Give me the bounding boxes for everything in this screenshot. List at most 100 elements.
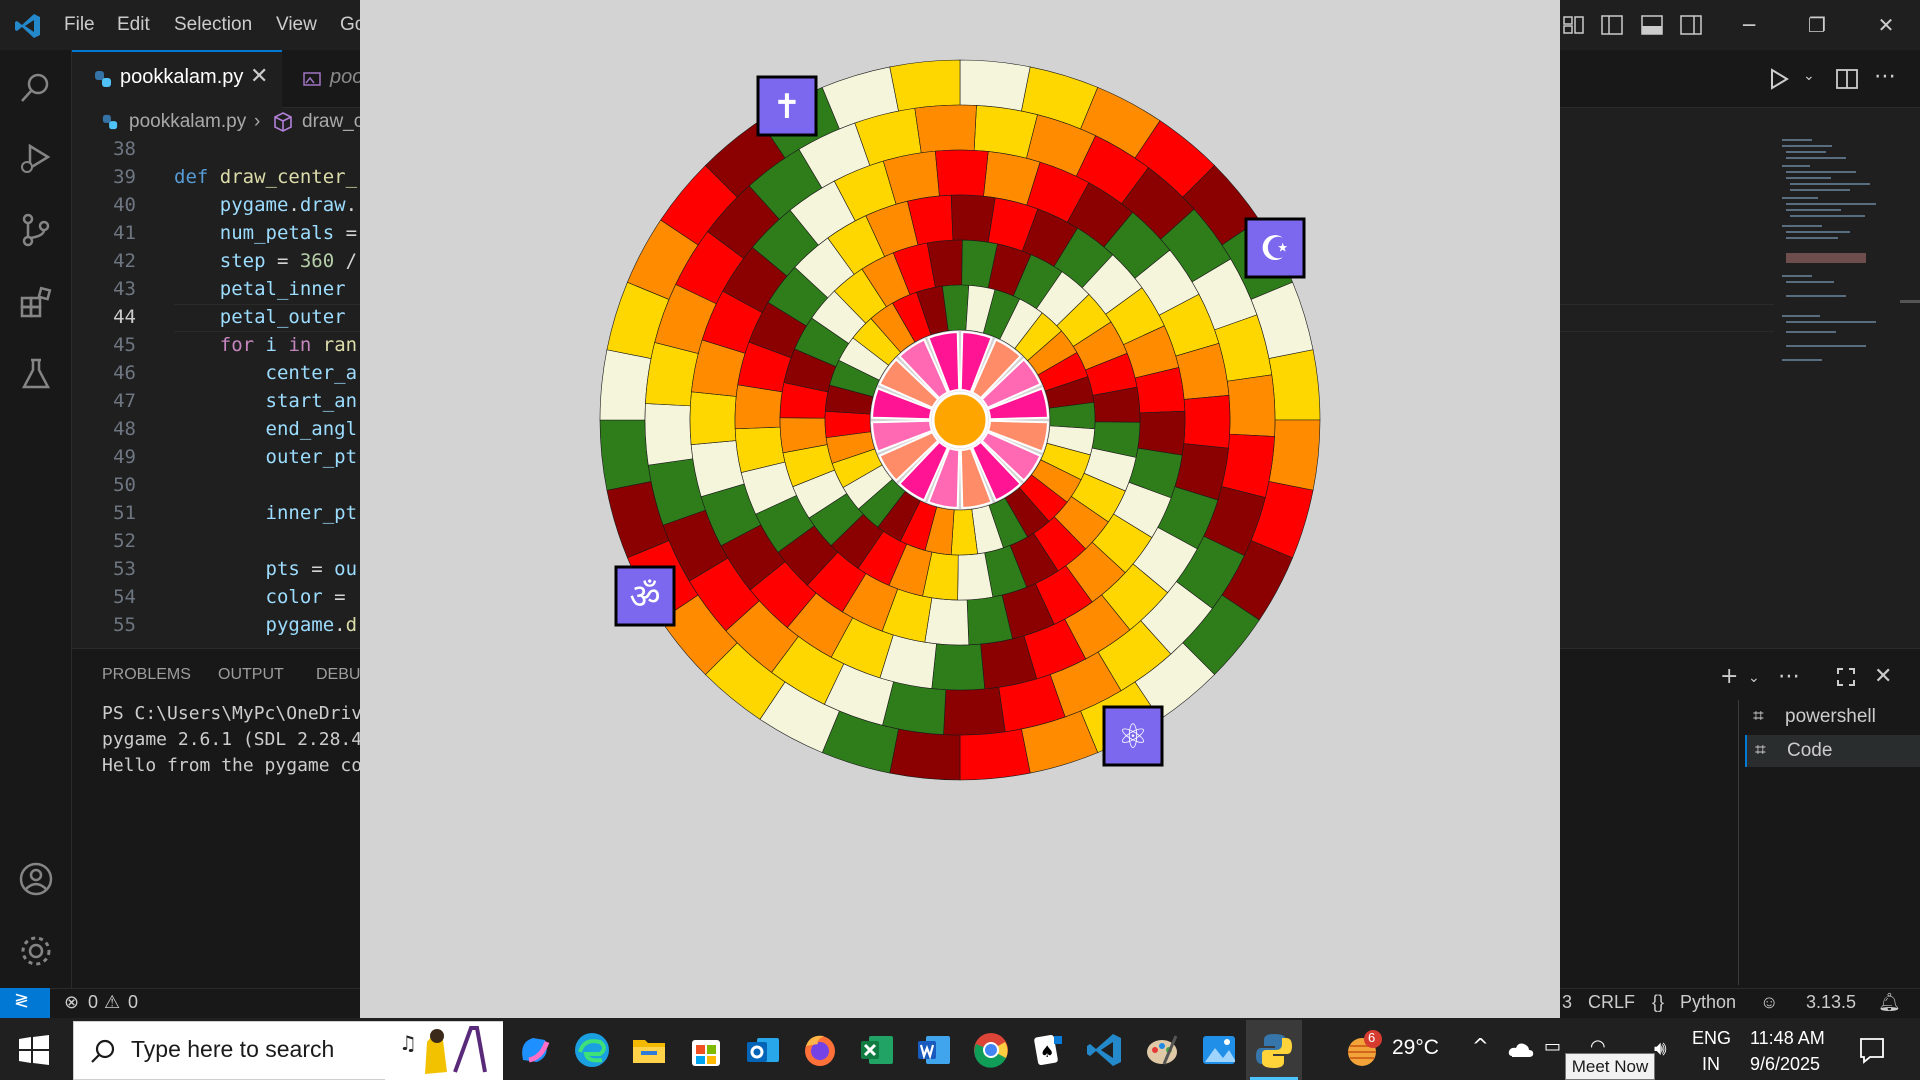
more-actions-icon[interactable]: ⋯ <box>1874 64 1896 89</box>
braces-icon: {} <box>1652 992 1665 1012</box>
notifications-bell-icon[interactable]: 🔔︎ <box>1878 992 1901 1013</box>
menu-edit[interactable]: Edit <box>117 14 150 36</box>
split-editor-icon[interactable] <box>1836 68 1858 90</box>
toggle-panel-icon[interactable] <box>1641 15 1663 35</box>
show-hidden-icons-icon[interactable]: ^ <box>1472 1034 1489 1058</box>
source-control-icon[interactable] <box>18 212 54 248</box>
clock-date[interactable]: 9/6/2025 <box>1750 1054 1820 1075</box>
word-icon[interactable] <box>914 1030 954 1070</box>
pookkalam-segment <box>959 59 1031 112</box>
language-mode[interactable]: Python <box>1680 992 1736 1013</box>
solitaire-icon[interactable]: ♠ <box>1028 1030 1068 1070</box>
copilot-icon[interactable]: ☺ <box>1760 992 1778 1013</box>
pookkalam-segment <box>924 597 970 646</box>
weather-temperature[interactable]: 29°C <box>1392 1036 1439 1060</box>
run-dropdown-icon[interactable]: ⌄ <box>1803 68 1815 84</box>
terminal-line: PS C:\Users\MyPc\OneDriv <box>102 703 363 724</box>
panel-tab-output[interactable]: OUTPUT <box>218 666 284 684</box>
code-line: outer_pt <box>265 446 358 468</box>
svg-text:♠: ♠ <box>1040 1042 1054 1061</box>
panel-more-icon[interactable]: ⋯ <box>1778 664 1800 689</box>
pookkalam-segment <box>734 384 783 430</box>
code-line: color = <box>265 586 346 608</box>
pookkalam-segment <box>645 342 699 407</box>
run-debug-icon[interactable] <box>18 140 54 176</box>
code-line: inner_pt <box>265 502 358 524</box>
battery-icon[interactable]: ▭ <box>1544 1036 1561 1057</box>
pookkalam-segment <box>889 59 961 112</box>
toggle-secondary-sidebar-icon[interactable] <box>1680 15 1702 35</box>
language-indicator-bottom[interactable]: IN <box>1702 1054 1720 1075</box>
menu-selection[interactable]: Selection <box>174 14 252 36</box>
chrome-icon[interactable] <box>971 1030 1011 1070</box>
breadcrumb-symbol[interactable]: draw_c <box>302 111 363 133</box>
pookkalam-segment <box>599 349 652 421</box>
breadcrumb-file[interactable]: pookkalam.py <box>129 111 246 133</box>
terminal-line: pygame 2.6.1 (SDL 2.28.4 <box>102 729 363 750</box>
file-explorer-icon[interactable] <box>629 1030 669 1070</box>
search-icon[interactable] <box>18 70 54 106</box>
copilot-app-icon[interactable] <box>515 1030 555 1070</box>
python-version[interactable]: 3.13.5 <box>1806 992 1856 1013</box>
close-panel-icon[interactable]: ✕ <box>1874 664 1892 689</box>
minimize-icon[interactable]: ─ <box>1729 10 1769 40</box>
menu-file[interactable]: File <box>64 14 95 36</box>
windows-start-icon[interactable] <box>18 1034 50 1066</box>
panel-tab-problems[interactable]: PROBLEMS <box>102 666 191 684</box>
om-symbol-icon: ॐ <box>614 565 676 627</box>
customize-layout-icon[interactable] <box>1563 15 1585 35</box>
language-indicator-top[interactable]: ENG <box>1692 1028 1731 1049</box>
restore-icon[interactable]: ❐ <box>1797 10 1837 40</box>
line-number: 55 <box>113 614 136 636</box>
errors-icon[interactable]: ⊗ <box>64 992 79 1013</box>
outlook-icon[interactable] <box>743 1030 783 1070</box>
line-number: 40 <box>113 194 136 216</box>
errors-count[interactable]: 0 <box>88 992 98 1013</box>
code-line: center_a <box>265 362 358 384</box>
settings-gear-icon[interactable] <box>18 933 54 969</box>
terminal-dropdown-icon[interactable]: ⌄ <box>1748 670 1760 686</box>
maximize-panel-icon[interactable] <box>1836 667 1856 687</box>
edge-browser-icon[interactable] <box>572 1030 612 1070</box>
notification-center-icon[interactable] <box>1858 1036 1886 1064</box>
warnings-count[interactable]: 0 <box>128 992 138 1013</box>
svg-text:♫: ♫ <box>399 1031 417 1055</box>
chevron-right-icon: › <box>254 111 261 132</box>
line-number: 44 <box>113 306 136 328</box>
new-terminal-icon[interactable]: + <box>1720 664 1738 689</box>
status-partial[interactable]: 3 <box>1562 992 1572 1013</box>
pookkalam-segment <box>934 149 989 197</box>
remote-icon: ≷ <box>14 990 30 1011</box>
python-app-icon[interactable] <box>1254 1030 1294 1070</box>
firefox-icon[interactable] <box>800 1030 840 1070</box>
run-icon[interactable] <box>1769 68 1789 90</box>
volume-icon[interactable]: 🔊︎ <box>1654 1036 1667 1060</box>
microsoft-store-icon[interactable] <box>686 1030 726 1070</box>
testing-icon[interactable] <box>18 356 54 392</box>
vscode-taskbar-icon[interactable] <box>1085 1030 1125 1070</box>
close-window-icon[interactable]: ✕ <box>1866 10 1906 40</box>
terminal-line: Hello from the pygame co <box>102 755 363 776</box>
warnings-icon[interactable]: ⚠ <box>104 992 120 1013</box>
tab-close-icon[interactable]: ✕ <box>250 64 268 89</box>
svg-text:☪: ☪ <box>1260 229 1290 269</box>
extensions-icon[interactable] <box>18 284 54 320</box>
atom-symbol-icon: ⚛ <box>1102 705 1164 767</box>
terminal-tab-powershell[interactable]: ⌗ powershell <box>1745 701 1920 733</box>
accounts-icon[interactable] <box>18 861 54 897</box>
toggle-sidebar-icon[interactable] <box>1601 15 1623 35</box>
onedrive-icon[interactable] <box>1508 1040 1534 1060</box>
paint-icon[interactable] <box>1142 1030 1182 1070</box>
menu-view[interactable]: View <box>276 14 317 36</box>
scrollbar-thumb[interactable] <box>1900 300 1920 303</box>
tab-label-second[interactable]: poo <box>330 66 363 89</box>
photos-icon[interactable] <box>1199 1030 1239 1070</box>
terminal-tab-code[interactable]: ⌗ Code <box>1745 735 1920 767</box>
clock-time[interactable]: 11:48 AM <box>1750 1028 1825 1049</box>
line-number: 39 <box>113 166 136 188</box>
minimap[interactable] <box>1780 135 1890 375</box>
eol-indicator[interactable]: CRLF <box>1588 992 1635 1013</box>
panel-tab-debug[interactable]: DEBU <box>316 666 360 684</box>
remote-indicator[interactable]: ≷ <box>0 988 50 1018</box>
excel-icon[interactable] <box>857 1030 897 1070</box>
